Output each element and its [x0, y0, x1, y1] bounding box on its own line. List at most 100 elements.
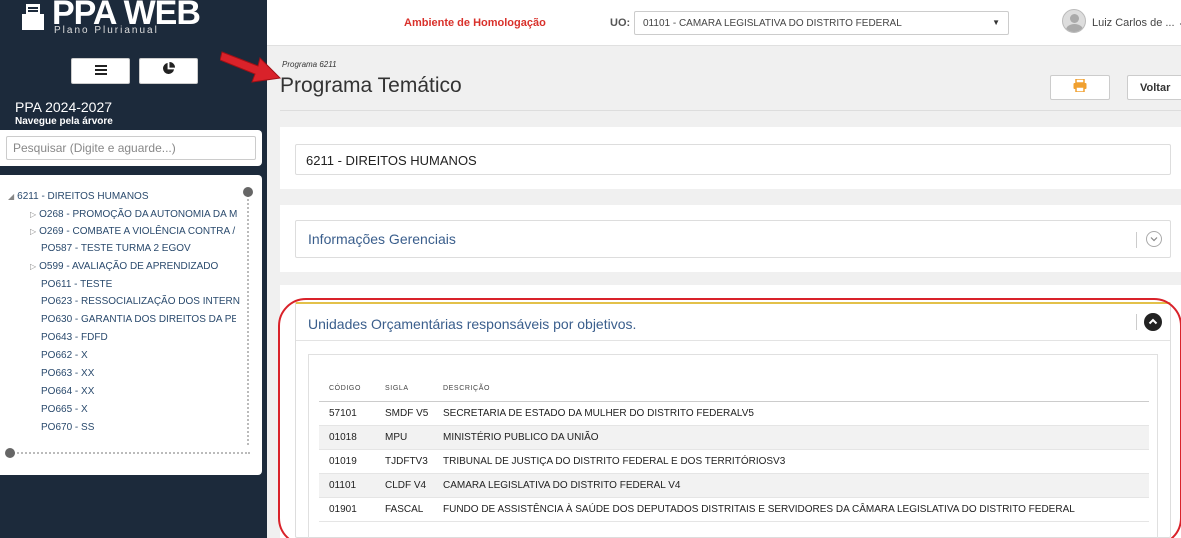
table-header-row: CÓDIGO SIGLA DESCRIÇÃO — [319, 377, 1149, 402]
cell-description: MINISTÉRIO PUBLICO DA UNIÃO — [433, 425, 1149, 450]
ppa-subtitle: Navegue pela árvore — [15, 116, 113, 127]
tree-search-input[interactable] — [6, 136, 256, 160]
tree-panel: ◢ 6211 - DIREITOS HUMANOS ▷ O268 - PROMOÇÃ… — [0, 175, 262, 475]
expand-arrow-icon[interactable]: ▷ — [30, 210, 36, 219]
ppa-title: PPA 2024-2027 — [15, 99, 113, 115]
units-accordion: Unidades Orçamentárias responsáveis por … — [295, 302, 1171, 538]
app-logo: PPA WEB Plano Plurianual — [18, 0, 218, 40]
tree-horizontal-scroll-thumb[interactable] — [5, 448, 15, 458]
user-menu[interactable]: Luiz Carlos de ... ⌄ — [1092, 16, 1181, 29]
cell-description: TRIBUNAL DE JUSTIÇA DO DISTRITO FEDERAL … — [433, 449, 1149, 474]
hamburger-icon — [94, 62, 107, 80]
tree-node-label: O599 - AVALIAÇÃO DE APRENDIZADO — [39, 261, 219, 272]
printer-icon — [1073, 77, 1087, 97]
tree-node-label: PO611 - TESTE — [41, 279, 113, 290]
tree-node-label: O268 - PROMOÇÃO DA AUTONOMIA DA M — [39, 209, 238, 220]
program-panel: 6211 - DIREITOS HUMANOS — [280, 127, 1181, 189]
user-avatar[interactable] — [1062, 9, 1086, 33]
cell-code: 01019 — [319, 449, 375, 474]
units-panel: Unidades Orçamentárias responsáveis por … — [280, 285, 1181, 538]
cell-description: FUNDO DE ASSISTÊNCIA À SAÚDE DOS DEPUTAD… — [433, 497, 1149, 522]
menu-toggle-button[interactable] — [71, 58, 130, 84]
uo-selected-value: 01101 - CAMARA LEGISLATIVA DO DISTRITO F… — [643, 17, 902, 29]
tree-node[interactable]: PO623 - RESSOCIALIZAÇÃO DOS INTERN — [41, 295, 261, 309]
info-panel: Informações Gerenciais — [280, 205, 1181, 272]
collapse-chevron-icon[interactable] — [1144, 313, 1162, 331]
cell-sigla: TJDFTV3 — [375, 449, 433, 474]
cell-sigla: MPU — [375, 425, 433, 450]
units-table-container: CÓDIGO SIGLA DESCRIÇÃO 57101 SMDF V5 SEC… — [308, 354, 1158, 538]
uo-label: UO: — [610, 17, 631, 29]
expand-arrow-icon[interactable]: ▷ — [30, 227, 36, 236]
info-accordion[interactable]: Informações Gerenciais — [295, 220, 1171, 258]
page-title: Programa Temático — [280, 74, 462, 97]
units-section-title[interactable]: Unidades Orçamentárias responsáveis por … — [308, 316, 636, 332]
tree-node[interactable]: PO664 - XX — [41, 385, 262, 399]
search-container — [0, 130, 262, 166]
cell-sigla: FASCAL — [375, 497, 433, 522]
info-section-title: Informações Gerenciais — [308, 231, 456, 247]
cell-description: CAMARA LEGISLATIVA DO DISTRITO FEDERAL V… — [433, 473, 1149, 498]
tree-node[interactable]: ▷ O268 - PROMOÇÃO DA AUTONOMIA DA M — [30, 208, 260, 222]
tree-node[interactable]: ▷ O599 - AVALIAÇÃO DE APRENDIZADO — [30, 260, 260, 274]
tree-node[interactable]: PO630 - GARANTIA DOS DIREITOS DA PE — [41, 313, 236, 327]
units-table: CÓDIGO SIGLA DESCRIÇÃO 57101 SMDF V5 SEC… — [319, 377, 1149, 522]
tree-node[interactable]: ▷ O269 - COMBATE A VIOLÊNCIA CONTRA / — [30, 225, 260, 239]
tree-node[interactable]: PO663 - XX — [41, 367, 262, 381]
expand-arrow-icon[interactable]: ▷ — [30, 262, 36, 271]
tree-node-label: PO670 - SS — [41, 422, 95, 433]
divider — [1136, 232, 1137, 248]
topbar: Ambiente de Homologação UO: 01101 - CAMA… — [267, 0, 1181, 46]
tree-node-label: PO623 - RESSOCIALIZAÇÃO DOS INTERN — [41, 296, 240, 307]
cell-code: 01018 — [319, 425, 375, 450]
tree-node-label: PO662 - X — [41, 350, 88, 361]
breadcrumb: Programa 6211 — [282, 60, 337, 69]
tree-node-label: PO630 - GARANTIA DOS DIREITOS DA PE — [41, 314, 236, 325]
collapse-arrow-icon[interactable]: ◢ — [8, 192, 14, 201]
cell-code: 01101 — [319, 473, 375, 498]
divider — [296, 340, 1170, 341]
tree-vertical-scrollbar[interactable] — [247, 190, 249, 445]
table-row[interactable]: 01901 FASCAL FUNDO DE ASSISTÊNCIA À SAÚD… — [319, 497, 1149, 522]
tree-node[interactable]: PO665 - X — [41, 403, 262, 417]
table-row[interactable]: 01019 TJDFTV3 TRIBUNAL DE JUSTIÇA DO DIS… — [319, 449, 1149, 474]
tree-node[interactable]: PO670 - SS — [41, 421, 262, 435]
pie-chart-icon — [162, 62, 175, 80]
tree-node[interactable]: ◢ 6211 - DIREITOS HUMANOS — [8, 190, 238, 204]
tree-node-label: PO665 - X — [41, 404, 88, 415]
cell-description: SECRETARIA DE ESTADO DA MULHER DO DISTRI… — [433, 401, 1149, 426]
tree-node-label: PO587 - TESTE TURMA 2 EGOV — [41, 243, 191, 254]
table-row[interactable]: 57101 SMDF V5 SECRETARIA DE ESTADO DA MU… — [319, 401, 1149, 426]
divider — [1136, 314, 1137, 330]
uo-select[interactable]: 01101 - CAMARA LEGISLATIVA DO DISTRITO F… — [634, 11, 1009, 35]
cell-code: 01901 — [319, 497, 375, 522]
annotation-arrow-icon — [220, 51, 282, 83]
tree-vertical-scroll-thumb[interactable] — [243, 187, 253, 197]
cell-code: 57101 — [319, 401, 375, 426]
tree-node[interactable]: PO587 - TESTE TURMA 2 EGOV — [41, 242, 262, 256]
print-button[interactable] — [1050, 75, 1110, 100]
logo-icon — [18, 0, 48, 40]
cell-sigla: CLDF V4 — [375, 473, 433, 498]
tree-node-label: PO664 - XX — [41, 386, 95, 397]
column-header-code[interactable]: CÓDIGO — [319, 377, 375, 402]
logo-subtitle: Plano Plurianual — [54, 25, 159, 36]
tree-node[interactable]: PO643 - FDFD — [41, 331, 262, 345]
table-row[interactable]: 01101 CLDF V4 CAMARA LEGISLATIVA DO DIST… — [319, 473, 1149, 498]
tree-node-label: PO643 - FDFD — [41, 332, 108, 343]
tree-node[interactable]: PO611 - TESTE — [41, 278, 262, 292]
tree-node-label: 6211 - DIREITOS HUMANOS — [17, 191, 149, 202]
header-divider — [280, 110, 1181, 111]
expand-chevron-icon[interactable] — [1146, 231, 1162, 247]
table-row[interactable]: 01018 MPU MINISTÉRIO PUBLICO DA UNIÃO — [319, 425, 1149, 450]
tree-node[interactable]: PO662 - X — [41, 349, 262, 363]
chart-view-button[interactable] — [139, 58, 198, 84]
column-header-description[interactable]: DESCRIÇÃO — [433, 377, 1149, 402]
tree-horizontal-scrollbar[interactable] — [10, 452, 250, 454]
tree-node-label: O269 - COMBATE A VIOLÊNCIA CONTRA / — [39, 226, 236, 237]
back-button[interactable]: Voltar — [1127, 75, 1181, 100]
tree-node-label: PO663 - XX — [41, 368, 95, 379]
caret-down-icon: ▼ — [992, 18, 1000, 27]
column-header-sigla[interactable]: SIGLA — [375, 377, 433, 402]
program-field: 6211 - DIREITOS HUMANOS — [295, 144, 1171, 175]
